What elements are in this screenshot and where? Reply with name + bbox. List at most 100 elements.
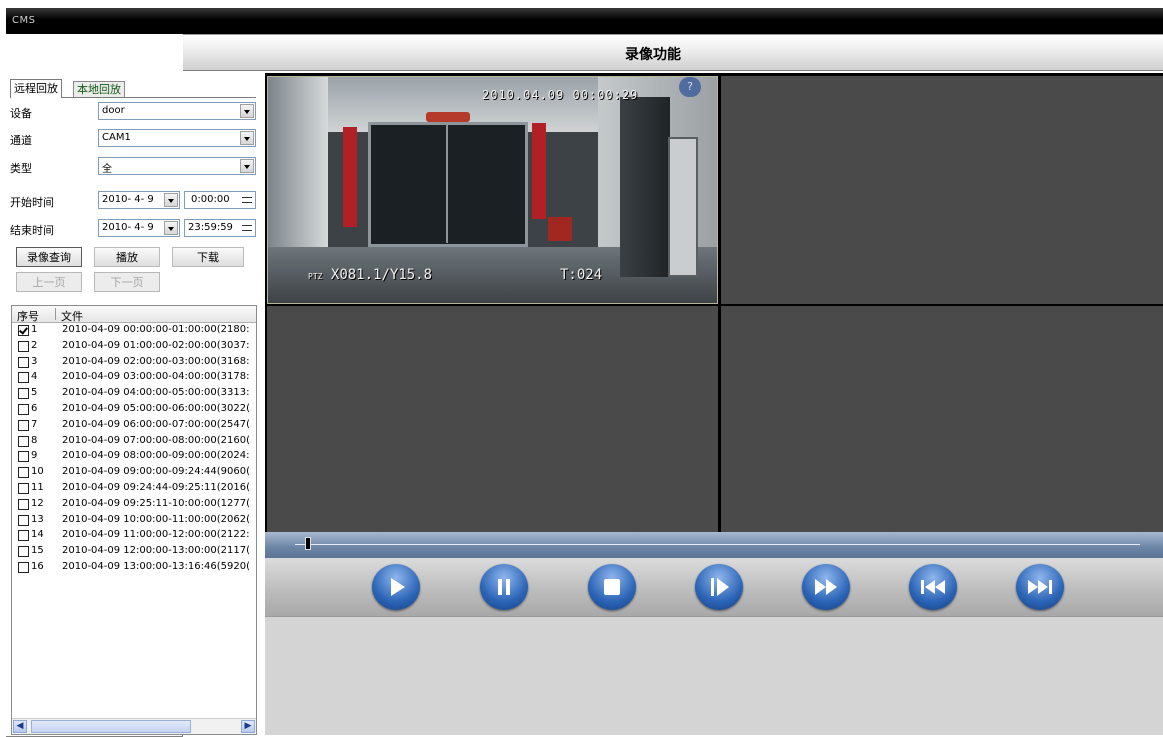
file-checkbox[interactable] — [18, 340, 29, 352]
file-index: 13 — [31, 513, 44, 525]
chevron-down-icon[interactable] — [240, 104, 254, 118]
file-checkbox[interactable] — [18, 404, 29, 415]
file-checkbox[interactable] — [18, 530, 29, 542]
file-checkbox[interactable] — [18, 451, 29, 463]
list-item[interactable]: 9 2010-04-09 08:00:00-09:00:00(2024: — [12, 450, 256, 463]
file-name: 2010-04-09 08:00:00-09:00:00(2024: — [62, 450, 250, 462]
file-checkbox[interactable] — [18, 546, 29, 558]
end-time-row: 结束时间 2010- 4- 9 23:59:59 — [10, 219, 256, 239]
file-name: 2010-04-09 09:00:00-09:24:44(9060( — [62, 466, 250, 478]
seek-track[interactable] — [295, 544, 1140, 545]
list-item[interactable]: 3 2010-04-09 02:00:00-03:00:00(3168: — [12, 356, 256, 369]
file-index: 2 — [31, 339, 38, 351]
list-item[interactable]: 15 2010-04-09 12:00:00-13:00:00(2117( — [12, 545, 256, 558]
file-checkbox[interactable] — [18, 467, 29, 479]
list-item[interactable]: 16 2010-04-09 13:00:00-13:16:46(5920( — [12, 561, 256, 574]
file-index: 5 — [31, 387, 38, 399]
playback-controls — [265, 558, 1163, 617]
playback-tabs: 远程回放 本地回放 — [10, 79, 256, 98]
list-item[interactable]: 14 2010-04-09 11:00:00-12:00:00(2122: — [12, 529, 256, 542]
pause-control-button[interactable] — [480, 564, 528, 610]
video-cell-1[interactable]: 2010.04.09 00:00:29 ? PTZ X081.1/Y15.8 T… — [267, 76, 718, 304]
file-checkbox[interactable] — [18, 419, 29, 431]
scroll-left-icon[interactable]: ◀ — [13, 720, 27, 733]
list-item[interactable]: 5 2010-04-09 04:00:00-05:00:00(3313: — [12, 387, 256, 400]
stop-control-button[interactable] — [588, 564, 636, 610]
chevron-down-icon[interactable] — [164, 221, 178, 235]
scroll-thumb[interactable] — [31, 720, 191, 733]
video-cell-2[interactable] — [721, 76, 1163, 304]
file-checkbox[interactable] — [18, 435, 29, 447]
file-checkbox[interactable] — [18, 356, 29, 368]
file-index: 8 — [31, 434, 38, 446]
type-label: 类型 — [10, 162, 32, 175]
list-item[interactable]: 12 2010-04-09 09:25:11-10:00:00(1277( — [12, 498, 256, 511]
file-index: 11 — [31, 482, 44, 493]
start-time-spinner[interactable]: 0:00:00 — [184, 191, 256, 209]
end-date-picker[interactable]: 2010- 4- 9 — [98, 219, 180, 237]
file-index: 10 — [31, 466, 44, 478]
start-date-picker[interactable]: 2010- 4- 9 — [98, 191, 180, 209]
type-value: 全 — [102, 164, 112, 175]
list-item[interactable]: 2 2010-04-09 01:00:00-02:00:00(3037: — [12, 340, 256, 353]
spinner-arrows-icon[interactable] — [240, 193, 254, 207]
channel-select[interactable]: CAM1 — [98, 129, 256, 147]
list-item[interactable]: 13 2010-04-09 10:00:00-11:00:00(2062( — [12, 514, 256, 527]
prev-page-button[interactable]: 上一页 — [16, 272, 82, 292]
file-checkbox[interactable] — [18, 483, 29, 494]
device-value: door — [102, 105, 125, 116]
fast-forward-control-button[interactable] — [802, 564, 850, 610]
skip-forward-control-button[interactable] — [1016, 564, 1064, 610]
list-item[interactable]: 10 2010-04-09 09:00:00-09:24:44(9060( — [12, 466, 256, 479]
skip-back-control-button[interactable] — [909, 564, 957, 610]
spinner-arrows-icon[interactable] — [240, 221, 254, 235]
action-buttons: 录像查询 播放 下载 — [10, 247, 256, 269]
step-forward-control-button[interactable] — [695, 564, 743, 610]
recording-panel-header: 录像功能 — [183, 34, 1163, 71]
seek-handle[interactable] — [305, 537, 311, 550]
play-button[interactable]: 播放 — [94, 247, 160, 267]
device-select[interactable]: door — [98, 102, 256, 120]
record-file-list: 序号 文件 1 2010-04-09 00:00:00-01:00:00(2180… — [11, 305, 257, 735]
tab-local-playback[interactable]: 本地回放 — [73, 81, 125, 97]
type-select[interactable]: 全 — [98, 157, 256, 175]
chevron-down-icon[interactable] — [240, 159, 254, 173]
osd-t: T:024 — [560, 267, 603, 283]
list-item[interactable]: 11 2010-04-09 09:24:44-09:25:11(2016( — [12, 482, 256, 495]
download-button[interactable]: 下载 — [172, 247, 244, 267]
list-item[interactable]: 1 2010-04-09 00:00:00-01:00:00(2180: — [12, 324, 256, 337]
end-time-spinner[interactable]: 23:59:59 — [184, 219, 256, 237]
list-item[interactable]: 6 2010-04-09 05:00:00-06:00:00(3022( — [12, 403, 256, 416]
list-item[interactable]: 8 2010-04-09 07:00:00-08:00:00(2160( — [12, 435, 256, 448]
scroll-right-icon[interactable]: ▶ — [241, 720, 255, 733]
tab-remote-playback[interactable]: 远程回放 — [10, 79, 62, 98]
file-name: 2010-04-09 04:00:00-05:00:00(3313: — [62, 387, 250, 399]
file-name: 2010-04-09 06:00:00-07:00:00(2547( — [62, 418, 250, 430]
video-cell-3[interactable] — [267, 306, 718, 532]
file-checkbox[interactable] — [18, 514, 29, 526]
file-checkbox[interactable] — [18, 498, 29, 510]
channel-label: 通道 — [10, 134, 32, 147]
skip-back-icon — [921, 580, 945, 594]
file-checkbox[interactable] — [18, 562, 29, 573]
file-checkbox[interactable] — [18, 372, 29, 384]
record-query-button[interactable]: 录像查询 — [16, 247, 82, 267]
file-index: 6 — [31, 403, 38, 414]
chevron-down-icon[interactable] — [164, 193, 178, 207]
chevron-down-icon[interactable] — [240, 131, 254, 145]
osd-ptz-prefix: PTZ — [308, 272, 323, 281]
file-checkbox[interactable] — [18, 325, 29, 336]
list-item[interactable]: 7 2010-04-09 06:00:00-07:00:00(2547( — [12, 419, 256, 432]
horizontal-scrollbar[interactable]: ◀ ▶ — [12, 718, 256, 734]
end-time-value: 23:59:59 — [188, 222, 233, 233]
help-badge-icon[interactable]: ? — [679, 77, 701, 97]
start-time-value: 0:00:00 — [191, 194, 230, 205]
play-control-button[interactable] — [372, 564, 420, 610]
playback-seek-bar[interactable] — [265, 532, 1163, 558]
list-item[interactable]: 4 2010-04-09 03:00:00-04:00:00(3178: — [12, 371, 256, 384]
play-icon — [391, 578, 405, 596]
osd-timestamp: 2010.04.09 00:00:29 — [482, 88, 639, 102]
file-checkbox[interactable] — [18, 388, 29, 400]
next-page-button[interactable]: 下一页 — [94, 272, 160, 292]
video-cell-4[interactable] — [721, 306, 1163, 532]
